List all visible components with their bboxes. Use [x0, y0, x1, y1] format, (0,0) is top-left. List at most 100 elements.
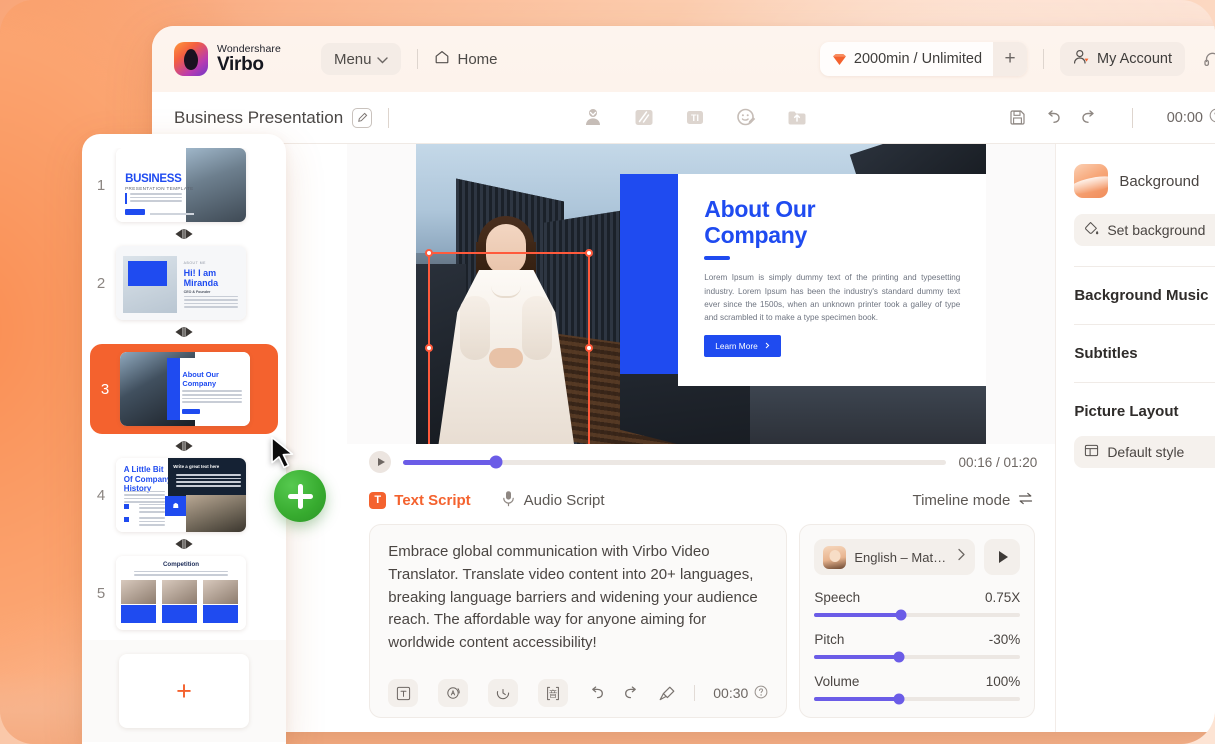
headset-icon[interactable] — [1203, 50, 1215, 69]
voice-selector[interactable]: English – Matur... — [814, 539, 976, 575]
slide-title-line1: About Our — [704, 196, 816, 222]
script-duration: 00:30 — [713, 685, 768, 702]
insert-text-icon[interactable] — [388, 679, 419, 707]
script-row: Embrace global communication with Virbo … — [347, 520, 1055, 732]
slider-header: Speech 0.75X — [814, 590, 1020, 605]
home-button[interactable]: Home — [434, 49, 498, 69]
slide-thumbnail[interactable]: ABOUT ME Hi! I am Miranda CEO & Founder — [116, 246, 246, 320]
default-style-button[interactable]: Default style — [1074, 436, 1215, 468]
list-item[interactable]: 5 Competition — [82, 556, 286, 630]
script-input[interactable]: Embrace global communication with Virbo … — [388, 541, 768, 673]
redo-icon[interactable] — [1080, 110, 1098, 125]
center-column: About Our Company Lorem Ipsum is simply … — [347, 144, 1056, 732]
slides-list[interactable]: 1 BUSINESS PRESENTATION TEMPLATE 2 ABOUT ME H… — [82, 148, 286, 744]
play-button[interactable] — [369, 451, 392, 473]
slide-transition[interactable] — [82, 320, 286, 344]
top-bar: Wondershare Virbo Menu Home 2000min / Un… — [152, 26, 1215, 92]
timeline-mode-toggle[interactable]: Timeline mode — [912, 492, 1033, 509]
divider — [1131, 107, 1133, 128]
slide-thumbnail[interactable]: About Our Company — [120, 352, 250, 426]
app-body: About Our Company Lorem Ipsum is simply … — [152, 144, 1215, 732]
list-item[interactable]: 2 ABOUT ME Hi! I am Miranda CEO & Founder — [82, 246, 286, 320]
background-thumbnail[interactable] — [1074, 164, 1109, 198]
divider — [1043, 49, 1045, 69]
playback-knob[interactable] — [489, 455, 503, 469]
add-slide-button[interactable]: + — [119, 654, 249, 728]
slides-panel: 1 BUSINESS PRESENTATION TEMPLATE 2 ABOUT ME H… — [82, 134, 286, 744]
script-undo-icon[interactable] — [588, 686, 605, 700]
resize-handle-middle-left[interactable] — [425, 344, 434, 352]
upload-icon[interactable] — [785, 105, 810, 130]
set-background-button[interactable]: Set background — [1074, 214, 1215, 246]
credits-button[interactable]: 2000min / Unlimited + — [819, 42, 1028, 76]
chevron-right-icon — [957, 548, 966, 566]
microphone-icon — [501, 490, 516, 511]
slide-transition[interactable] — [82, 222, 286, 246]
list-item[interactable]: 1 BUSINESS PRESENTATION TEMPLATE — [82, 148, 286, 222]
text-icon[interactable]: TI — [683, 105, 708, 130]
slide-body-text: Lorem Ipsum is simply dummy text of the … — [704, 273, 961, 322]
edit-pencil-icon[interactable] — [352, 107, 373, 128]
help-icon[interactable] — [754, 685, 768, 702]
video-player-controls: 00:16 / 01:20 — [347, 444, 1056, 480]
video-canvas[interactable]: About Our Company Lorem Ipsum is simply … — [347, 144, 1056, 444]
slide-text-card: About Our Company Lorem Ipsum is simply … — [678, 174, 987, 386]
layout-icon — [1084, 443, 1099, 461]
transition-icon — [174, 326, 194, 338]
slider-track[interactable] — [814, 693, 1021, 705]
transition-icon — [174, 440, 194, 452]
slider-label: Pitch — [814, 632, 845, 647]
voice-preview-button[interactable] — [984, 539, 1021, 575]
menu-button[interactable]: Menu — [320, 43, 402, 75]
sticker-icon[interactable] — [632, 105, 657, 130]
slide-thumbnail[interactable]: Competition — [116, 556, 246, 630]
background-row[interactable]: Background — [1074, 164, 1215, 198]
learn-more-label: Learn More — [715, 340, 758, 351]
pronunciation-icon[interactable] — [438, 679, 469, 707]
slide-transition[interactable] — [82, 434, 286, 458]
resize-handle-top-left[interactable] — [425, 249, 434, 257]
virbo-logo-icon — [174, 42, 208, 76]
slide-number: 2 — [96, 274, 106, 292]
avatar-icon[interactable] — [581, 105, 606, 130]
title-underline — [704, 256, 731, 261]
background-music-label: Background Music — [1074, 287, 1209, 304]
selection-box[interactable] — [425, 249, 594, 444]
undo-icon[interactable] — [1044, 110, 1062, 125]
green-plus-button[interactable] — [274, 470, 326, 522]
slide-thumbnail[interactable]: BUSINESS PRESENTATION TEMPLATE — [116, 148, 246, 222]
list-item[interactable]: 4 A Little Bit Of Company History Write a gr… — [82, 458, 286, 532]
svg-text:TI: TI — [691, 113, 699, 123]
slider-track[interactable] — [814, 651, 1021, 663]
script-redo-icon[interactable] — [623, 686, 640, 700]
home-button-label: Home — [457, 50, 498, 68]
slider-header: Pitch -30% — [814, 632, 1020, 647]
script-toolbar: 音 00:30 — [388, 673, 768, 707]
credits-label: 2000min / Unlimited — [853, 51, 983, 67]
emoji-icon[interactable] — [734, 105, 759, 130]
tab-audio-script[interactable]: Audio Script — [501, 490, 605, 511]
slider-knob[interactable] — [893, 651, 905, 663]
tab-audio-script-label: Audio Script — [523, 491, 605, 509]
slide-item-selected[interactable]: 3 About Our Company — [90, 344, 278, 434]
tab-text-script-label: Text Script — [394, 491, 471, 509]
canvas-toolbar: TI — [581, 105, 810, 130]
slider-fill — [814, 613, 901, 617]
pause-icon[interactable] — [488, 679, 519, 707]
playback-scrubber[interactable] — [403, 455, 947, 469]
slider-knob[interactable] — [895, 609, 907, 621]
tab-text-script[interactable]: T Text Script — [369, 491, 471, 509]
slider-track[interactable] — [814, 609, 1021, 621]
help-icon[interactable] — [1209, 108, 1215, 127]
phonetic-icon[interactable]: 音 — [538, 679, 569, 707]
slide-transition[interactable] — [82, 532, 286, 556]
add-credits-button[interactable]: + — [993, 42, 1028, 76]
slider-knob[interactable] — [893, 693, 905, 705]
save-icon[interactable] — [1009, 109, 1026, 126]
clear-brush-icon[interactable] — [658, 685, 676, 702]
slide-title-line2: Company — [704, 222, 807, 249]
app-window: Wondershare Virbo Menu Home 2000min / Un… — [152, 26, 1215, 732]
my-account-button[interactable]: My Account — [1060, 42, 1185, 76]
slide-thumbnail[interactable]: A Little Bit Of Company History Write a gre… — [116, 458, 246, 532]
script-editor[interactable]: Embrace global communication with Virbo … — [369, 524, 788, 718]
